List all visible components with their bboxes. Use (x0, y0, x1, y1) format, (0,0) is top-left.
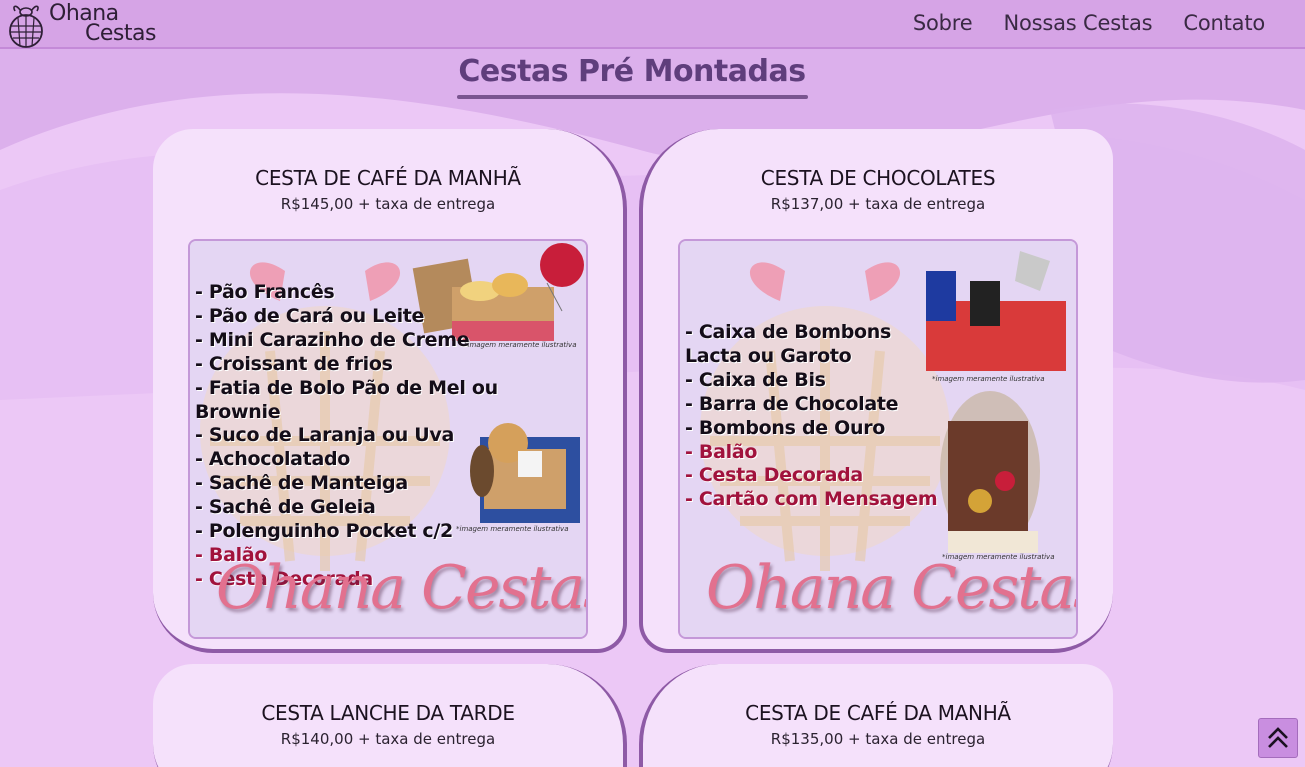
list-item: - Pão de Cará ou Leite (195, 304, 425, 327)
main-nav: Sobre Nossas Cestas Contato (913, 11, 1265, 35)
list-item: - Sachê de Manteiga (195, 472, 408, 495)
top-navbar: Ohana Cestas Sobre Nossas Cestas Contato (0, 0, 1305, 49)
card-title: CESTA DE CAFÉ DA MANHÃ (745, 701, 1011, 725)
list-item: - Bombons de Ouro (685, 416, 886, 439)
list-item: - Croissant de frios (195, 352, 393, 375)
list-item-extra: - Balão (685, 440, 758, 463)
nav-link-contato[interactable]: Contato (1183, 11, 1265, 35)
card-price: R$135,00 + taxa de entrega (770, 730, 986, 748)
brand-name: Ohana Cestas (49, 3, 156, 46)
list-item: - Fatia de Bolo Pão de Mel ou Brownie (195, 376, 498, 423)
list-item: - Caixa de Bombons (685, 321, 891, 343)
product-card-chocolates: CESTA DE CHOCOLATES R$137,00 + taxa de e… (639, 129, 1113, 653)
product-card-cafe-da-manha: CESTA DE CAFÉ DA MANHÃ R$145,00 + taxa d… (153, 129, 627, 653)
list-item-extra: - Cesta Decorada (685, 464, 863, 487)
list-item: - Suco de Laranja ou Uva (195, 424, 454, 447)
title-underline (457, 95, 808, 99)
card-title: CESTA DE CHOCOLATES (760, 166, 996, 190)
image-brand-watermark: Ohana Cestas (216, 553, 588, 623)
page-title: Cestas Pré Montadas (458, 54, 806, 89)
list-item: - Achocolatado (195, 448, 351, 471)
list-item: - Pão Francês (195, 281, 335, 303)
scroll-to-top-button[interactable] (1258, 718, 1298, 758)
nav-link-nossas-cestas[interactable]: Nossas Cestas (1003, 11, 1152, 35)
list-item: Lacta ou Garoto (685, 344, 852, 367)
product-image[interactable]: - Pão Francês - Pão de Cará ou Leite - M… (188, 239, 588, 639)
item-list: - Caixa de Bombons Lacta ou Garoto - Cai… (685, 321, 938, 512)
list-item: - Sachê de Geleia (195, 496, 376, 519)
nav-link-sobre[interactable]: Sobre (913, 11, 973, 35)
brand-logo[interactable]: Ohana Cestas (6, 2, 176, 48)
card-title: CESTA DE CAFÉ DA MANHÃ (255, 166, 521, 190)
item-list: - Pão Francês - Pão de Cará ou Leite - M… (195, 281, 586, 592)
card-price: R$145,00 + taxa de entrega (280, 195, 496, 213)
card-title: CESTA LANCHE DA TARDE (261, 701, 515, 725)
list-item: - Barra de Chocolate (685, 392, 899, 415)
brand-line-2: Cestas (85, 21, 156, 46)
product-card-lanche-da-tarde: CESTA LANCHE DA TARDE R$140,00 + taxa de… (153, 664, 627, 767)
product-card-cafe-da-manha-2: CESTA DE CAFÉ DA MANHÃ R$135,00 + taxa d… (639, 664, 1113, 767)
image-disclaimer: *imagem meramente ilustrativa (932, 375, 1045, 383)
basket-logo-icon (9, 5, 43, 48)
double-chevron-up-icon (1268, 727, 1288, 748)
card-price: R$137,00 + taxa de entrega (770, 195, 986, 213)
image-disclaimer: *imagem meramente ilustrativa (464, 341, 577, 349)
list-item-extra: - Cartão com Mensagem (685, 488, 938, 511)
list-item: - Caixa de Bis (685, 368, 826, 391)
image-disclaimer: *imagem meramente ilustrativa (456, 525, 569, 533)
product-image[interactable]: - Caixa de Bombons Lacta ou Garoto - Cai… (678, 239, 1078, 639)
card-price: R$140,00 + taxa de entrega (280, 730, 496, 748)
image-brand-watermark: Ohana Cestas (706, 553, 1078, 623)
